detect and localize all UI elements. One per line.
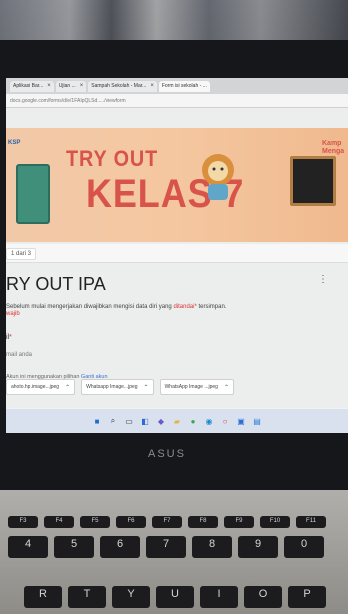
address-text: docs.google.com/forms/d/e/1FAIpQLSd.....… bbox=[10, 97, 126, 104]
download-item[interactable]: WhatsApp Image ...jpeg ⌃ bbox=[159, 379, 234, 395]
key-p[interactable]: P bbox=[288, 586, 326, 608]
email-question-label: il* bbox=[6, 334, 12, 341]
description-text: Sebelum mulai mengerjakan diwajibkan men… bbox=[6, 304, 174, 310]
key-9[interactable]: 9 bbox=[238, 536, 278, 558]
task-view-icon[interactable]: ▭ bbox=[124, 416, 135, 427]
key-4[interactable]: 4 bbox=[8, 536, 48, 558]
section-indicator: 1 dari 3 bbox=[6, 248, 37, 260]
key-f4[interactable]: F4 bbox=[44, 516, 74, 528]
banner-logo: KSP bbox=[8, 140, 21, 146]
required-asterisk: * bbox=[9, 334, 12, 341]
store-icon[interactable]: ▣ bbox=[236, 416, 247, 427]
chat-icon[interactable]: ◆ bbox=[156, 416, 167, 427]
address-bar[interactable]: docs.google.com/forms/d/e/1FAIpQLSd.....… bbox=[6, 94, 348, 108]
laptop-keyboard: F3 F4 F5 F6 F7 F8 F9 F10 F11 4567890 RTYUIOP bbox=[0, 490, 348, 614]
chevron-up-icon[interactable]: ⌃ bbox=[224, 384, 229, 391]
background-shelf bbox=[0, 0, 348, 40]
section-strip: 1 dari 3 bbox=[6, 244, 348, 263]
description-suffix: tersimpan. bbox=[196, 304, 227, 310]
email-hint-text: mail anda bbox=[6, 352, 33, 358]
key-0[interactable]: 0 bbox=[284, 536, 324, 558]
tab-label: Sampah Sekolah - Mar... bbox=[91, 83, 147, 89]
close-icon[interactable]: × bbox=[80, 83, 84, 89]
book-illustration bbox=[16, 164, 50, 224]
key-y[interactable]: Y bbox=[112, 586, 150, 608]
form-header-banner: KSP TRY OUT KELAS 7 Kamp Menga bbox=[6, 128, 348, 242]
chalkboard-illustration bbox=[290, 156, 336, 206]
form-description: Sebelum mulai mengerjakan diwajibkan men… bbox=[6, 304, 346, 318]
more-options-icon[interactable]: ⋮ bbox=[318, 274, 328, 285]
chrome-icon[interactable]: ● bbox=[188, 416, 199, 427]
description-required-text: ditandai* bbox=[173, 304, 197, 310]
key-f5[interactable]: F5 bbox=[80, 516, 110, 528]
download-file-name: WhatsApp Image ...jpeg bbox=[164, 384, 218, 390]
close-icon[interactable]: × bbox=[47, 83, 51, 89]
browser-tab-bar: Aplikasi Bar... × Ujian ... × Sampah Sekol… bbox=[6, 78, 348, 94]
key-f11[interactable]: F11 bbox=[296, 516, 326, 528]
required-indicator: wajib bbox=[6, 311, 20, 317]
form-title: RY OUT IPA bbox=[6, 274, 106, 294]
key-8[interactable]: 8 bbox=[192, 536, 232, 558]
windows-start-icon[interactable]: ■ bbox=[92, 416, 103, 427]
file-explorer-icon[interactable]: ▰ bbox=[172, 416, 183, 427]
key-5[interactable]: 5 bbox=[54, 536, 94, 558]
download-bar: ahoto.hp.image...jpeg ⌃ Whatsapp Image...… bbox=[6, 379, 348, 395]
key-u[interactable]: U bbox=[156, 586, 194, 608]
function-key-row: F3 F4 F5 F6 F7 F8 F9 F10 F11 bbox=[8, 516, 326, 528]
key-r[interactable]: R bbox=[24, 586, 62, 608]
key-f6[interactable]: F6 bbox=[116, 516, 146, 528]
download-item[interactable]: ahoto.hp.image...jpeg ⌃ bbox=[6, 379, 76, 395]
email-input[interactable]: mail anda bbox=[6, 352, 32, 358]
browser-tab[interactable]: Sampah Sekolah - Mar... × bbox=[88, 80, 157, 92]
banner-side-text: Kamp Menga bbox=[322, 140, 345, 155]
tab-label: Aplikasi Bar... bbox=[13, 83, 44, 89]
tab-label: Form isi sekolah - ... bbox=[161, 83, 207, 89]
tab-label: Ujian ... bbox=[58, 83, 76, 89]
opera-icon[interactable]: ○ bbox=[220, 416, 231, 427]
key-i[interactable]: I bbox=[200, 586, 238, 608]
download-file-name: Whatsapp Image...jpeg bbox=[86, 384, 138, 390]
browser-tab[interactable]: Ujian ... × bbox=[55, 80, 87, 92]
laptop-brand-logo: ASUS bbox=[148, 448, 186, 460]
chevron-up-icon[interactable]: ⌃ bbox=[65, 384, 70, 391]
edge-icon[interactable]: ◉ bbox=[204, 416, 215, 427]
key-f8[interactable]: F8 bbox=[188, 516, 218, 528]
key-f7[interactable]: F7 bbox=[152, 516, 182, 528]
download-file-name: ahoto.hp.image...jpeg bbox=[11, 384, 60, 390]
key-f9[interactable]: F9 bbox=[224, 516, 254, 528]
key-7[interactable]: 7 bbox=[146, 536, 186, 558]
key-f10[interactable]: F10 bbox=[260, 516, 290, 528]
chevron-up-icon[interactable]: ⌃ bbox=[144, 384, 149, 391]
laptop-screen: Aplikasi Bar... × Ujian ... × Sampah Sekol… bbox=[6, 78, 348, 433]
letter-key-row: RTYUIOP bbox=[24, 586, 326, 608]
form-page: KSP TRY OUT KELAS 7 Kamp Menga 1 dari 3 … bbox=[6, 108, 348, 408]
key-t[interactable]: T bbox=[68, 586, 106, 608]
number-key-row: 4567890 bbox=[8, 536, 324, 558]
lion-illustration bbox=[202, 154, 234, 200]
download-item[interactable]: Whatsapp Image...jpeg ⌃ bbox=[81, 379, 154, 395]
browser-tab[interactable]: Aplikasi Bar... × bbox=[10, 80, 54, 92]
widgets-icon[interactable]: ◧ bbox=[140, 416, 151, 427]
browser-tab-active[interactable]: Form isi sekolah - ... bbox=[158, 80, 210, 92]
search-icon[interactable]: ⌕ bbox=[108, 416, 119, 427]
key-6[interactable]: 6 bbox=[100, 536, 140, 558]
key-f3[interactable]: F3 bbox=[8, 516, 38, 528]
key-o[interactable]: O bbox=[244, 586, 282, 608]
photos-icon[interactable]: ▤ bbox=[252, 416, 263, 427]
windows-taskbar: ■ ⌕ ▭ ◧ ◆ ▰ ● ◉ ○ ▣ ▤ bbox=[6, 409, 348, 433]
close-icon[interactable]: × bbox=[150, 83, 154, 89]
banner-title-line1: TRY OUT bbox=[66, 146, 159, 171]
